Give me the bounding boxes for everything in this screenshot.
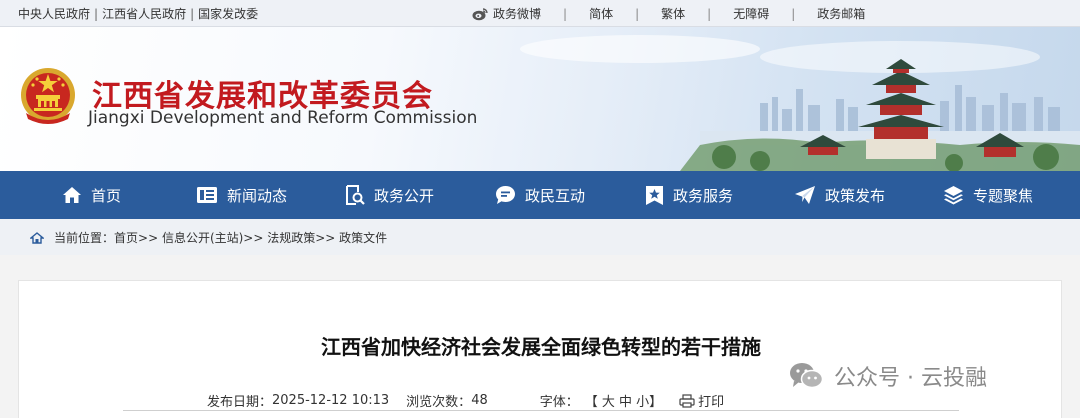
nav-item-policy[interactable]: 政策发布 [794,171,885,219]
separator: | [707,6,712,21]
date-label: 发布日期： [207,395,273,410]
views-label: 浏览次数： [406,395,472,410]
nav-label: 专题聚焦 [973,186,1034,205]
nav-label: 政务服务 [673,186,734,205]
simplified-chinese-link[interactable]: 简体 [589,5,613,22]
home-icon [63,187,81,203]
content-area: 江西省加快经济社会发展全面绿色转型的若干措施 发布日期： 2025-12-12 … [0,255,1080,418]
nav-label: 政策发布 [825,186,886,205]
breadcrumb-prefix: 当前位置： [54,231,115,245]
breadcrumb-bar: 当前位置： 首页>> 信息公开(主站)>> 法规政策>> 政策文件 [0,219,1080,255]
document-search-icon [346,185,365,205]
nav-label: 新闻动态 [227,186,288,205]
weibo-label: 政务微博 [493,7,542,21]
separator: | [190,7,195,21]
layers-icon [944,186,963,205]
article-card: 江西省加快经济社会发展全面绿色转型的若干措施 发布日期： 2025-12-12 … [18,280,1062,418]
divider [123,410,959,411]
wechat-icon [790,363,824,389]
separator: | [635,6,640,21]
weibo-link[interactable]: 政务微博 [472,5,541,22]
separator: | [563,6,568,21]
separator: | [791,6,796,21]
breadcrumb: 当前位置： 首页>> 信息公开(主站)>> 法规政策>> 政策文件 [30,229,387,246]
traditional-chinese-link[interactable]: 繁体 [661,5,685,22]
top-links: 中央人民政府 | 江西省人民政府 | 国家发改委 [18,5,258,22]
paper-plane-icon [795,186,815,204]
accessibility-link[interactable]: 无障碍 [733,5,769,22]
watermark-text: 公众号 · 云投融 [834,366,987,391]
chat-icon [496,186,515,204]
wechat-watermark: 公众号 · 云投融 [788,360,987,392]
article-title: 江西省加快经济社会发展全面绿色转型的若干措施 [321,335,761,359]
nav-item-topics[interactable]: 专题聚焦 [943,171,1033,219]
gov-mailbox-link[interactable]: 政务邮箱 [817,5,865,22]
printer-icon [679,393,695,408]
national-emblem-icon [21,68,75,124]
font-size-switcher[interactable]: 【 大 中 小】 [585,391,662,410]
top-right-links: 政务微博 | 简体 | 繁体 | 无障碍 | 政务邮箱 [472,5,865,22]
link-central-government[interactable]: 中央人民政府 [18,7,90,21]
top-bar: 中央人民政府 | 江西省人民政府 | 国家发改委 政务微博 | 简体 | 繁体 | 无障… [0,0,1080,27]
publish-date: 2025-12-12 10:13 [272,393,390,408]
print-label: 打印 [698,395,725,410]
service-icon [646,185,663,205]
weibo-icon [472,7,488,20]
header-banner: 江西省发展和改革委员会 Jiangxi Development and Refo… [0,27,1080,171]
link-ndrc[interactable]: 国家发改委 [198,7,258,21]
nav-label: 政民互动 [525,186,586,205]
nav-label: 首页 [91,186,122,205]
pavilion [858,59,944,159]
nav-item-gov-affairs[interactable]: 政务公开 [345,171,434,219]
breadcrumb-path[interactable]: 首页>> 信息公开(主站)>> 法规政策>> 政策文件 [114,229,387,246]
print-button[interactable]: 打印 [679,391,724,410]
site-title-english: Jiangxi Development and Reform Commissio… [88,108,478,128]
view-count: 48 [471,393,488,408]
nav-item-interaction[interactable]: 政民互动 [495,171,585,219]
font-size-label: 字体： [539,395,579,410]
nav-label: 政务公开 [374,186,435,205]
link-jiangxi-government[interactable]: 江西省人民政府 [102,7,186,21]
nav-item-services[interactable]: 政务服务 [645,171,733,219]
nav-item-home[interactable]: 首页 [62,171,121,219]
location-home-icon [30,231,44,244]
article-meta: 发布日期： 2025-12-12 10:13 浏览次数： 48 字体： 【 大 … [207,391,724,410]
separator: | [94,7,99,21]
main-nav: 首页 新闻动态 政务公开 政民互动 政务服务 政策发布 专题聚焦 [0,171,1080,219]
nav-item-news[interactable]: 新闻动态 [196,171,287,219]
news-icon [197,187,217,203]
